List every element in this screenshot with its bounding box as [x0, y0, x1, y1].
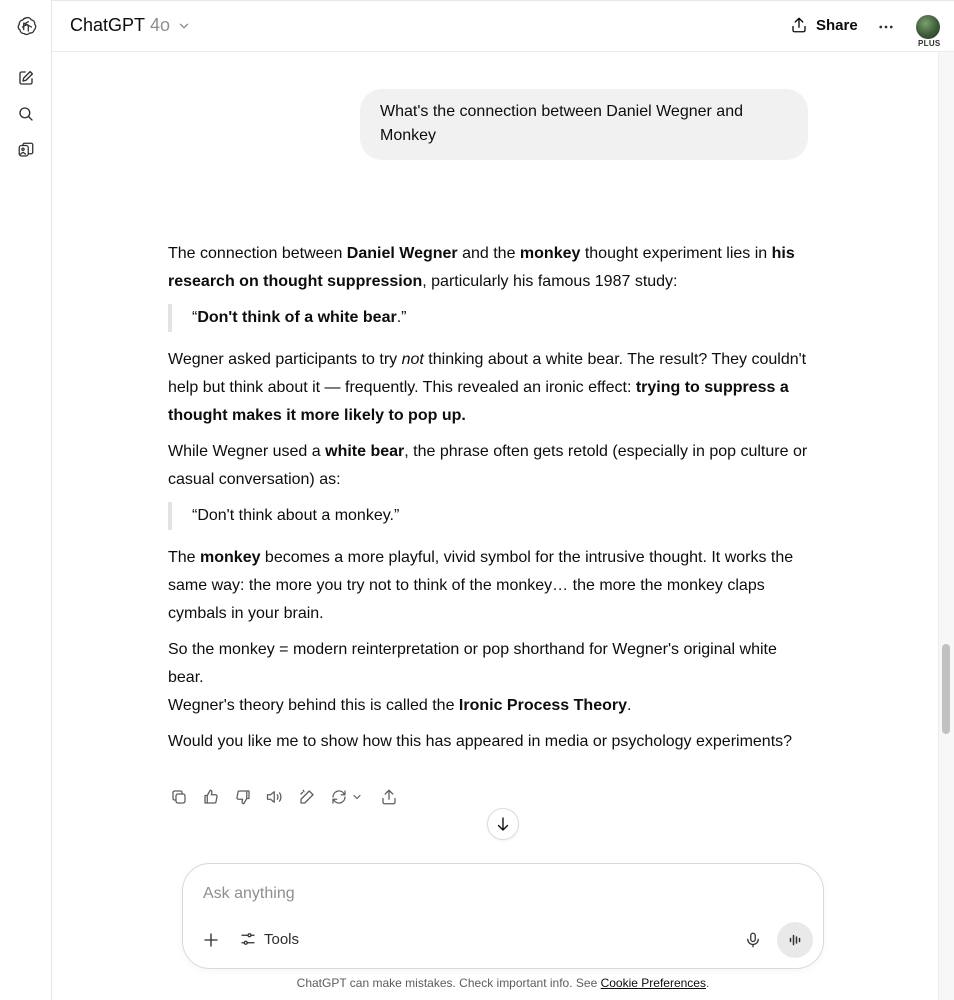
- left-rail: [0, 0, 52, 1000]
- avatar[interactable]: [916, 15, 940, 39]
- edit-in-canvas-icon[interactable]: [296, 786, 318, 808]
- quote-text: “Don't think about a monkey.”: [192, 507, 400, 524]
- new-chat-icon[interactable]: [14, 66, 38, 90]
- library-icon[interactable]: [14, 138, 38, 162]
- search-icon[interactable]: [14, 102, 38, 126]
- answer-paragraph: Would you like me to show how this has a…: [168, 733, 793, 750]
- answer-paragraph: The monkey becomes a more playful, vivid…: [168, 544, 810, 628]
- share-label: Share: [816, 16, 858, 34]
- plus-icon[interactable]: [199, 928, 223, 952]
- answer-text: .: [626, 697, 632, 714]
- prompt-input[interactable]: [203, 882, 803, 906]
- plan-badge: PLUS: [918, 39, 941, 48]
- answer-bold-text: Ironic Process Theory: [458, 697, 627, 714]
- user-message-bubble: What's the connection between Daniel Weg…: [360, 89, 808, 160]
- quote-mark: .”: [396, 309, 407, 326]
- disclaimer-end: .: [705, 976, 710, 990]
- voice-mode-button[interactable]: [777, 922, 813, 958]
- upload-icon: [790, 16, 808, 34]
- answer-bold-text: Daniel Wegner: [346, 245, 458, 262]
- openai-logo-icon[interactable]: [14, 14, 38, 38]
- disclaimer-text: ChatGPT can make mistakes. Check importa…: [296, 976, 601, 990]
- answer-text: thought experiment lies in: [580, 245, 772, 262]
- answer-text: Wegner asked participants to try: [168, 351, 402, 368]
- model-selector[interactable]: ChatGPT 4o: [70, 15, 191, 36]
- answer-paragraph: While Wegner used a white bear, the phra…: [168, 438, 810, 494]
- answer-text: Wegner's theory behind this is called th…: [168, 697, 459, 714]
- quote-bold-text: Don't think of a white bear: [197, 309, 397, 326]
- share-button[interactable]: Share: [790, 16, 858, 34]
- sliders-icon: [239, 930, 257, 948]
- model-name: ChatGPT: [70, 15, 146, 35]
- tools-label: Tools: [264, 930, 300, 948]
- scroll-to-bottom-button[interactable]: [487, 808, 519, 840]
- waveform-icon: [786, 931, 804, 949]
- model-version: 4o: [150, 15, 171, 35]
- answer-paragraph: Wegner's theory behind this is called th…: [168, 692, 810, 720]
- chevron-down-icon[interactable]: [350, 786, 364, 808]
- thumbs-up-icon[interactable]: [200, 786, 222, 808]
- tools-button[interactable]: Tools: [239, 930, 299, 948]
- top-header: ChatGPT 4o Share PLUS: [52, 0, 954, 52]
- answer-text: The: [168, 549, 201, 566]
- composer: Tools: [182, 863, 824, 969]
- assistant-message: The connection between Daniel Wegner and…: [168, 240, 810, 764]
- answer-paragraph: So the monkey = modern reinterpretation …: [168, 641, 777, 686]
- cookie-preferences-link[interactable]: Cookie Preferences: [601, 976, 706, 990]
- answer-text: The connection between: [168, 245, 347, 262]
- message-actions: [168, 786, 400, 808]
- answer-bold-text: monkey: [519, 245, 581, 262]
- blockquote: “Don't think about a monkey.”: [168, 502, 810, 530]
- disclaimer: ChatGPT can make mistakes. Check importa…: [52, 976, 954, 990]
- arrow-down-icon: [494, 815, 512, 833]
- answer-paragraph: Wegner asked participants to try not thi…: [168, 346, 810, 430]
- more-options-icon[interactable]: [874, 15, 898, 39]
- regenerate-icon[interactable]: [328, 786, 350, 808]
- thumbs-down-icon[interactable]: [232, 786, 254, 808]
- scrollbar-track[interactable]: [938, 52, 954, 1000]
- answer-text: and the: [457, 245, 520, 262]
- answer-bold-text: monkey: [200, 549, 261, 566]
- blockquote: “Don't think of a white bear.”: [168, 304, 810, 332]
- read-aloud-icon[interactable]: [264, 786, 286, 808]
- scrollbar-thumb[interactable]: [942, 644, 950, 734]
- answer-bold-text: white bear: [325, 443, 405, 460]
- share-icon[interactable]: [378, 786, 400, 808]
- chevron-down-icon: [177, 19, 191, 33]
- answer-paragraph: The connection between Daniel Wegner and…: [168, 240, 810, 296]
- answer-text: , particularly his famous 1987 study:: [422, 273, 678, 290]
- user-message-text: What's the connection between Daniel Weg…: [380, 103, 743, 144]
- answer-text: While Wegner used a: [168, 443, 326, 460]
- microphone-icon[interactable]: [741, 928, 765, 952]
- copy-icon[interactable]: [168, 786, 190, 808]
- answer-italic-text: not: [401, 351, 424, 368]
- answer-text: becomes a more playful, vivid symbol for…: [168, 549, 794, 622]
